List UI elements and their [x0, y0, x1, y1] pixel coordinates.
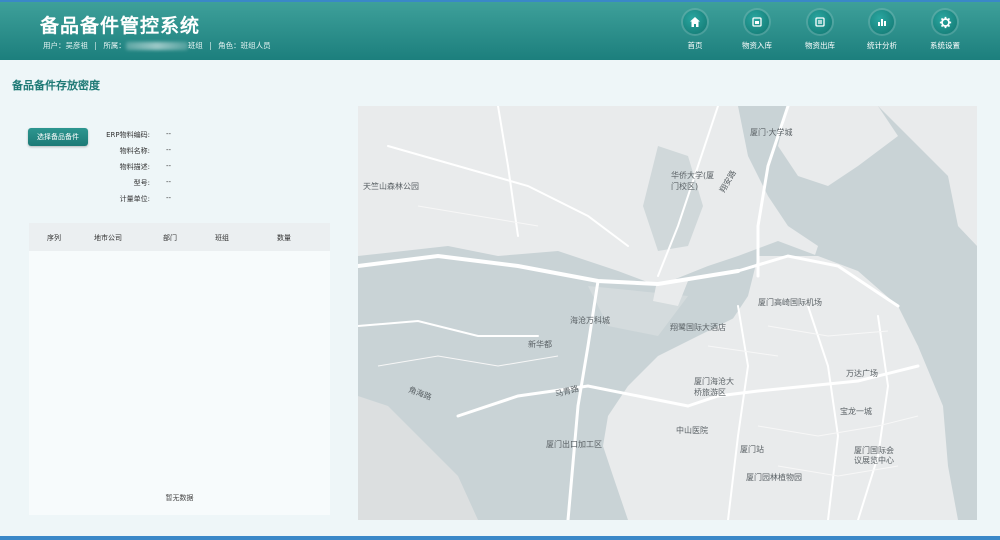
model-label: 型号:	[133, 179, 150, 187]
storage-table: 序列 地市公司 部门 班组 数量 暂无数据	[29, 223, 330, 515]
map-label: 天竺山森林公园	[363, 182, 419, 191]
map-view[interactable]: 厦门·大学城 华侨大学(厦门校区) 天竺山森林公园 厦门高崎国际机场 翔鹭国际大…	[358, 106, 977, 520]
nav-label: 首页	[687, 41, 703, 50]
map-label: 华侨大学(厦门校区)	[671, 171, 715, 191]
map-label: 新华都	[528, 340, 552, 349]
map-label: 厦门海沧大桥旅游区	[694, 377, 734, 397]
model-value: --	[166, 178, 172, 186]
column-header: 班组	[215, 234, 229, 242]
map-label: 万达广场	[846, 369, 878, 378]
erp-code-label: ERP物料编码:	[106, 131, 150, 139]
page-title: 备品备件存放密度	[12, 79, 100, 92]
main-nav: 首页 物资入库 物资出库 统计分析 系统设置	[0, 10, 1000, 60]
bottom-border	[0, 536, 1000, 540]
nav-settings[interactable]: 系统设置	[910, 10, 980, 51]
column-header: 地市公司	[94, 234, 122, 242]
map-label: 厦门高崎国际机场	[758, 298, 822, 307]
table-header: 序列 地市公司 部门 班组 数量	[29, 223, 330, 251]
inbound-icon	[745, 10, 769, 34]
select-spare-part-button[interactable]: 选择备品备件	[28, 128, 88, 146]
map-label: 厦门·大学城	[750, 128, 793, 137]
nav-outbound[interactable]: 物资出库	[785, 10, 855, 51]
map-label: 中山医院	[676, 426, 708, 435]
nav-statistics[interactable]: 统计分析	[847, 10, 917, 51]
material-name-value: --	[166, 146, 172, 154]
material-desc-value: --	[166, 162, 172, 170]
nav-inbound[interactable]: 物资入库	[722, 10, 792, 51]
map-label: 厦门国际会议展览中心	[854, 446, 894, 465]
material-info: ERP物料编码: -- 物料名称: -- 物料描述: -- 型号: -- 计量单位: --	[90, 130, 171, 210]
info-row: 物料名称: --	[90, 146, 171, 162]
nav-label: 物资出库	[805, 41, 835, 50]
nav-label: 物资入库	[742, 41, 772, 50]
nav-label: 系统设置	[930, 41, 960, 50]
column-header: 序列	[47, 234, 61, 242]
material-desc-label: 物料描述:	[119, 163, 150, 171]
detail-panel: 选择备品备件 ERP物料编码: -- 物料名称: -- 物料描述: -- 型号: -- …	[12, 106, 358, 520]
outbound-icon	[808, 10, 832, 34]
erp-code-value: --	[166, 130, 172, 138]
unit-label: 计量单位:	[119, 195, 150, 203]
column-header: 部门	[163, 234, 177, 242]
home-icon	[683, 10, 707, 34]
column-header: 数量	[277, 234, 291, 242]
gear-icon	[933, 10, 957, 34]
map-label: 海沧万科城	[570, 316, 610, 325]
bar-chart-icon	[870, 10, 894, 34]
app-header: 备品备件管控系统 用户：吴彦祖 | 所属： 班组 | 角色：班组人员 首页 物资入…	[0, 0, 1000, 60]
info-row: ERP物料编码: --	[90, 130, 171, 146]
map-label: 厦门园林植物园	[746, 473, 802, 482]
empty-state: 暂无数据	[165, 494, 194, 502]
material-name-label: 物料名称:	[119, 147, 150, 155]
unit-value: --	[166, 194, 172, 202]
map-label: 厦门出口加工区	[546, 440, 602, 449]
nav-home[interactable]: 首页	[660, 10, 730, 51]
map-label: 翔鹭国际大酒店	[670, 323, 726, 332]
info-row: 物料描述: --	[90, 162, 171, 178]
map-label: 厦门站	[740, 445, 764, 454]
nav-label: 统计分析	[867, 41, 897, 50]
info-row: 计量单位: --	[90, 194, 171, 210]
info-row: 型号: --	[90, 178, 171, 194]
map-label: 宝龙一城	[840, 407, 872, 416]
